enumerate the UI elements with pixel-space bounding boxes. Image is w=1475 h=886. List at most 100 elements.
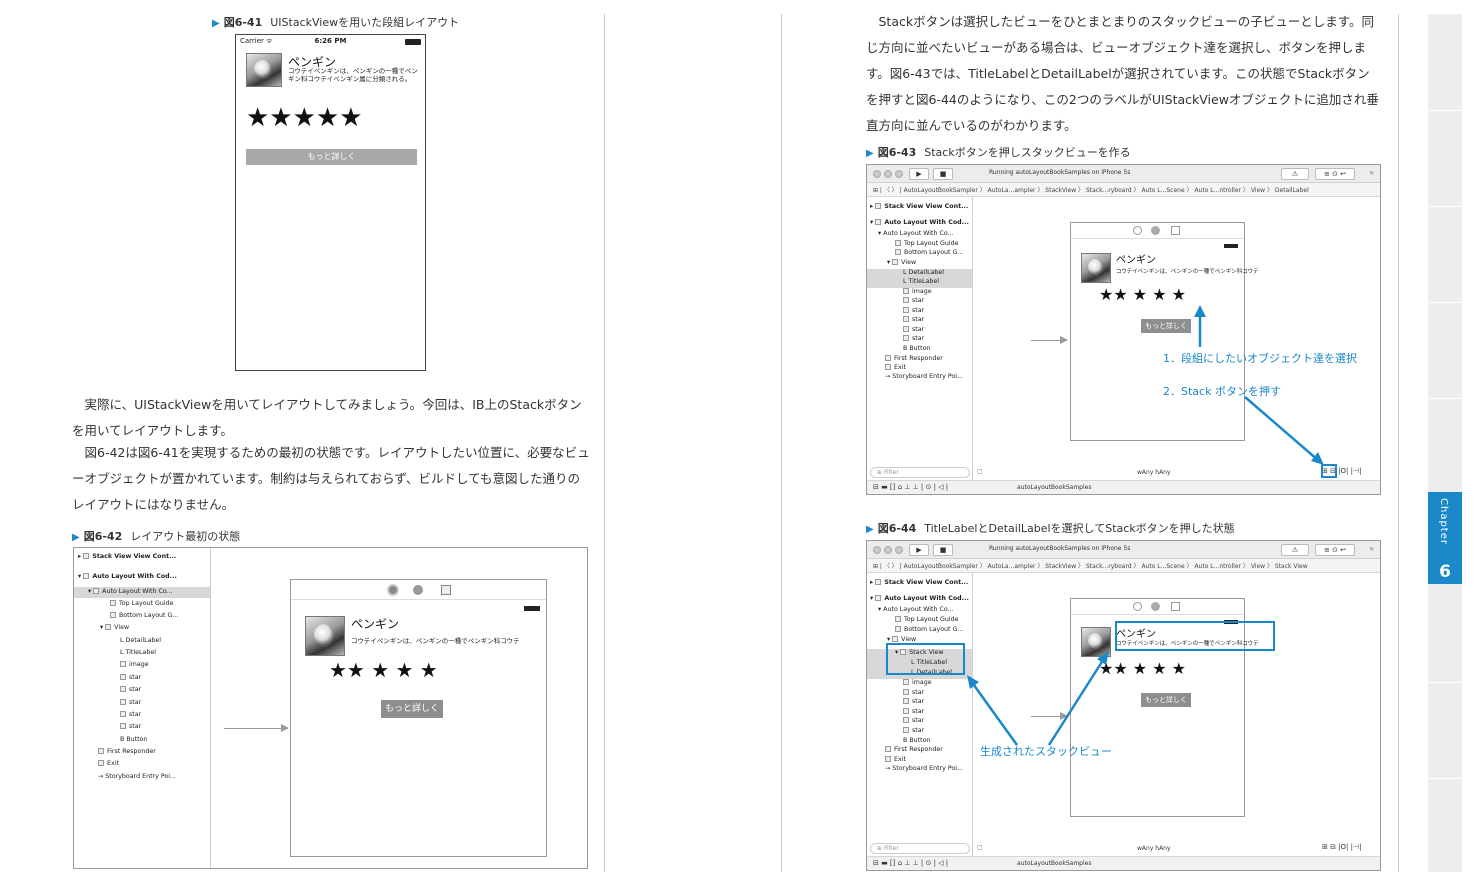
outline-item[interactable]: star <box>903 717 924 724</box>
outline-item[interactable]: star <box>903 727 924 734</box>
star-rating[interactable]: ★★ ★ ★ ★ <box>1099 287 1219 303</box>
outline-filter-input[interactable]: ⊕ Filter <box>870 467 970 478</box>
outline-item[interactable]: star <box>120 674 141 681</box>
outline-item[interactable]: Top Layout Guide <box>110 600 174 607</box>
outline-filter-input[interactable]: ⊕ Filter <box>870 843 970 854</box>
outline-item[interactable]: → Storyboard Entry Poi... <box>885 765 963 772</box>
outline-item[interactable]: star <box>903 297 924 304</box>
outline-item[interactable]: ▸ Stack View View Cont... <box>870 579 968 586</box>
outline-item[interactable]: Bottom Layout G... <box>110 612 178 619</box>
outline-item[interactable]: star <box>120 723 141 730</box>
outline-item[interactable]: First Responder <box>98 748 156 755</box>
more-button[interactable]: もっと詳しく <box>1141 319 1191 333</box>
outline-item[interactable]: star <box>120 686 141 693</box>
run-icon[interactable]: ▶ <box>909 544 929 556</box>
stop-icon[interactable]: ■ <box>933 544 953 556</box>
outline-item[interactable]: star <box>903 689 924 696</box>
outline-item[interactable]: First Responder <box>885 746 943 753</box>
first-responder-icon[interactable] <box>1151 226 1160 235</box>
outline-item[interactable]: ▾ View <box>887 636 916 643</box>
warning-icon[interactable]: ⚠ <box>1281 168 1309 180</box>
outline-item[interactable]: L TitleLabel <box>120 649 156 656</box>
run-icon[interactable]: ▶ <box>909 168 929 180</box>
title-label[interactable]: ペンギン <box>351 615 399 632</box>
outline-item[interactable]: Exit <box>885 364 906 371</box>
outline-item[interactable]: star <box>903 326 924 333</box>
zoom-icon[interactable] <box>895 170 903 178</box>
outline-item[interactable]: ▾ View <box>100 624 129 631</box>
outline-item[interactable]: image <box>120 661 149 668</box>
detail-label[interactable]: コウテイペンギンは、ペンギンの一種でペンギン科コウテ <box>1116 267 1259 275</box>
exit-icon[interactable] <box>1171 602 1180 611</box>
close-icon[interactable] <box>873 170 881 178</box>
size-class-label[interactable]: wAny hAny <box>1137 845 1171 852</box>
more-button[interactable]: もっと詳しく <box>1141 693 1191 707</box>
outline-item[interactable]: Top Layout Guide <box>895 616 959 623</box>
size-class-label[interactable]: wAny hAny <box>1137 469 1171 476</box>
outline-item[interactable]: → Storyboard Entry Poi... <box>885 373 963 380</box>
outline-item[interactable]: star <box>903 708 924 715</box>
outline-item[interactable]: star <box>903 698 924 705</box>
outline-item[interactable]: ▾ Auto Layout With Co... <box>88 588 173 595</box>
outline-item[interactable]: Exit <box>98 760 119 767</box>
outline-item[interactable]: ▾ Auto Layout With Cod... <box>870 595 969 602</box>
editor-icon[interactable]: ≡ ⊙ ↩ <box>1315 544 1355 556</box>
outline-item[interactable]: L DetailLabel <box>120 637 161 644</box>
outline-item[interactable]: ▾ View <box>887 259 916 266</box>
size-class-toggle[interactable]: ▢ <box>977 468 983 475</box>
view-controller-icon[interactable] <box>1133 226 1142 235</box>
outline-item[interactable]: image <box>903 288 932 295</box>
outline-item[interactable]: B Button <box>903 737 930 744</box>
chapter-6-tab[interactable]: Chapter 6 <box>1428 492 1462 584</box>
outline-item[interactable]: star <box>120 699 141 706</box>
more-button[interactable]: もっと詳しく <box>381 700 443 718</box>
size-class-toggle[interactable]: ▢ <box>977 844 983 851</box>
close-icon[interactable] <box>873 546 881 554</box>
jump-bar[interactable]: ⊞ | 〈 〉 | AutoLayoutBookSampler 〉 AutoLa… <box>867 183 1380 197</box>
outline-item[interactable]: ▸ Stack View View Cont... <box>78 553 176 560</box>
outline-item[interactable]: B Button <box>903 345 930 352</box>
outline-item[interactable]: Bottom Layout G... <box>895 626 963 633</box>
outline-item[interactable]: star <box>903 307 924 314</box>
jump-bar[interactable]: ⊞ | 〈 〉 | AutoLayoutBookSampler 〉 AutoLa… <box>867 559 1380 573</box>
title-label[interactable]: ペンギン <box>1116 251 1156 266</box>
more-button[interactable]: もっと詳しく <box>246 149 417 165</box>
first-responder-icon[interactable] <box>413 585 423 595</box>
chevron-icon[interactable]: » <box>1369 168 1374 177</box>
stop-icon[interactable]: ■ <box>933 168 953 180</box>
outline-item[interactable]: B Button <box>120 736 147 743</box>
outline-item[interactable]: ▾ Auto Layout With Cod... <box>870 219 969 226</box>
stack-button-highlight[interactable] <box>1321 464 1337 478</box>
editor-icon[interactable]: ≡ ⊙ ↩ <box>1315 168 1355 180</box>
outline-item[interactable]: star <box>903 316 924 323</box>
navigator-icon[interactable]: ⊟ ▬ [] ⌂ ⊥ ⊥ | ⊙ | ◁ | <box>873 483 948 491</box>
minimize-icon[interactable] <box>884 170 892 178</box>
first-responder-icon[interactable] <box>1151 602 1160 611</box>
outline-item[interactable]: ▸ Stack View View Cont... <box>870 203 968 210</box>
navigator-icon[interactable]: ⊟ ▬ [] ⌂ ⊥ ⊥ | ⊙ | ◁ | <box>873 859 948 867</box>
outline-item[interactable]: ▾ Auto Layout With Cod... <box>78 573 177 580</box>
outline-item[interactable]: → Storyboard Entry Poi... <box>98 773 176 780</box>
outline-item[interactable]: ▾ Auto Layout With Co... <box>878 230 954 237</box>
star-rating[interactable]: ★★ ★ ★ ★ <box>1099 661 1219 677</box>
outline-item[interactable]: Top Layout Guide <box>895 240 959 247</box>
outline-item[interactable]: image <box>903 679 932 686</box>
outline-item[interactable]: Bottom Layout G... <box>895 249 963 256</box>
outline-item[interactable]: star <box>903 335 924 342</box>
outline-item[interactable]: star <box>120 711 141 718</box>
chevron-icon[interactable]: » <box>1369 544 1374 553</box>
view-controller-icon[interactable] <box>387 584 399 596</box>
star-rating[interactable]: ★★ ★ ★ ★ <box>329 660 489 680</box>
exit-icon[interactable] <box>441 585 451 595</box>
exit-icon[interactable] <box>1171 226 1180 235</box>
detail-label[interactable]: コウテイペンギンは、ペンギンの一種でペンギン科コウテ <box>351 635 519 645</box>
warning-icon[interactable]: ⚠ <box>1281 544 1309 556</box>
outline-item[interactable]: L DetailLabel <box>903 269 944 276</box>
minimize-icon[interactable] <box>884 546 892 554</box>
outline-item[interactable]: ▾ Auto Layout With Co... <box>878 606 954 613</box>
view-controller-icon[interactable] <box>1133 602 1142 611</box>
zoom-icon[interactable] <box>895 546 903 554</box>
outline-item[interactable]: Exit <box>885 756 906 763</box>
outline-item[interactable]: First Responder <box>885 355 943 362</box>
outline-item[interactable]: L TitleLabel <box>903 278 939 285</box>
